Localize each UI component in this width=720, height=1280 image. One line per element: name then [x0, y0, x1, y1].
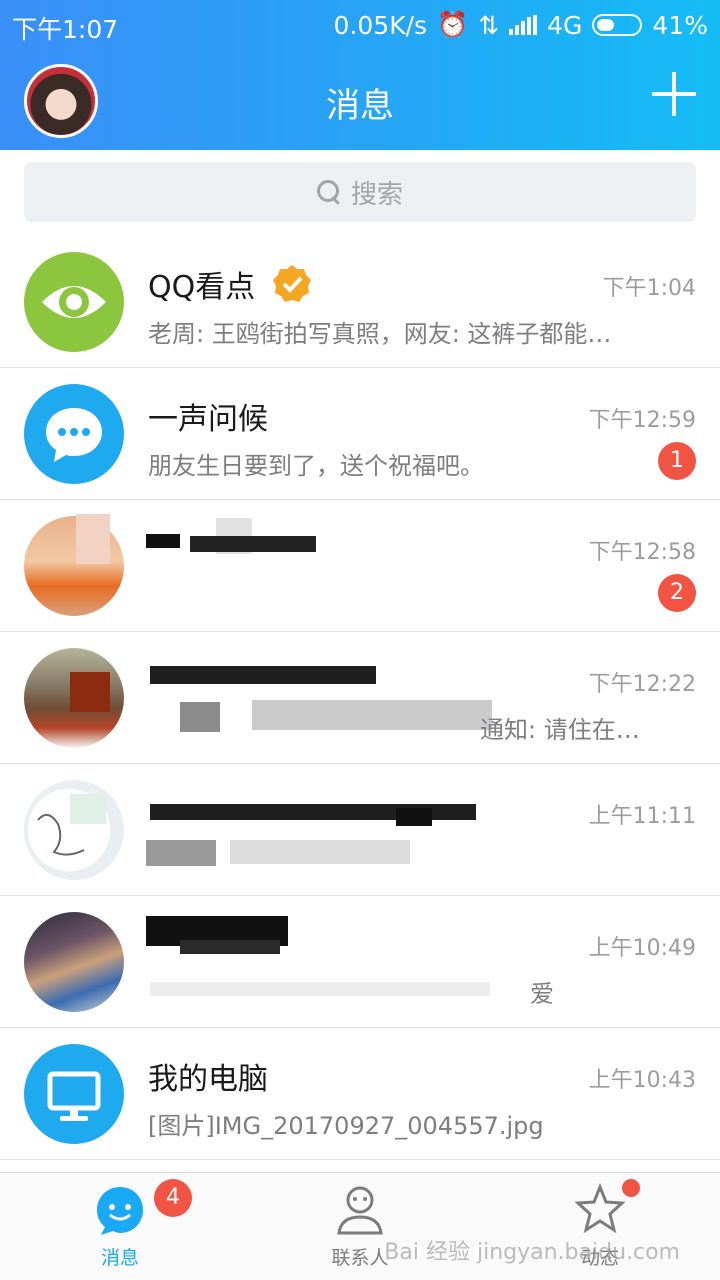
redacted-image [230, 840, 410, 864]
conversation-row[interactable]: 一声问候 朋友生日要到了，送个祝福吧。 下午12:59 1 [0, 368, 720, 500]
conversation-preview: 老周: 王鸥街拍写真照，网友: 这裤子都能… [148, 320, 612, 348]
page-title: 消息 [326, 86, 394, 126]
eye-icon [42, 286, 106, 318]
conversation-name: 一声问候 [148, 402, 268, 437]
star-icon [574, 1183, 626, 1234]
conversation-name: 我的电脑 [148, 1062, 268, 1097]
moments-new-dot [622, 1179, 640, 1197]
conversation-time: 上午10:49 [588, 936, 696, 961]
unread-badge: 1 [658, 442, 696, 480]
redacted-image [150, 666, 376, 684]
search-icon [316, 180, 341, 204]
conversation-time: 上午11:11 [588, 804, 696, 829]
conversation-row[interactable]: QQ看点 老周: 王鸥街拍写真照，网友: 这裤子都能… 下午1:04 [0, 236, 720, 368]
redacted-image [252, 700, 492, 730]
my-computer-avatar [24, 1044, 124, 1144]
app-header: 下午1:07 0.05K/s ⏰ ⇅ 4G 41% 消息 [0, 0, 720, 150]
status-time: 下午1:07 [12, 15, 119, 44]
conversation-name: QQ看点 [148, 270, 256, 305]
messages-badge: 4 [154, 1179, 192, 1217]
redacted-image [180, 940, 280, 954]
redacted-image [180, 702, 220, 732]
conversation-row[interactable]: 上午11:11 [0, 764, 720, 896]
redacted-image [150, 982, 490, 996]
data-transfer-icon: ⇅ [478, 10, 500, 40]
conversation-preview: 爱 [530, 980, 554, 1008]
redacted-image [70, 672, 110, 712]
conversation-preview: 朋友生日要到了，送个祝福吧。 [148, 452, 484, 480]
conversation-row[interactable]: 下午12:58 2 [0, 500, 720, 632]
battery-icon [592, 14, 643, 36]
network-type: 4G [547, 10, 583, 40]
contact-avatar [24, 912, 124, 1012]
redacted-image [76, 514, 110, 564]
redacted-image [146, 534, 180, 548]
battery-level: 41% [652, 10, 708, 40]
redacted-image [146, 840, 216, 866]
conversation-row[interactable]: 爱 上午10:49 [0, 896, 720, 1028]
search-placeholder: 搜索 [350, 179, 403, 210]
status-bar: 下午1:07 0.05K/s ⏰ ⇅ 4G 41% [0, 0, 720, 50]
conversation-time: 下午1:04 [602, 276, 696, 301]
add-button[interactable] [652, 72, 696, 116]
unread-badge: 2 [658, 574, 696, 612]
tab-bar: 4 消息 联系人 动态 Bai 经验 jingyan.baidu.com [0, 1172, 720, 1280]
greeting-avatar [24, 384, 124, 484]
conversation-time: 下午12:58 [588, 540, 696, 565]
watermark: Bai 经验 jingyan.baidu.com [384, 1240, 680, 1265]
sketch-avatar-icon [37, 794, 106, 856]
tab-label: 消息 [100, 1247, 139, 1269]
chat-bubble-icon [46, 408, 102, 462]
alarm-icon: ⏰ [437, 10, 469, 39]
conversation-preview: [图片]IMG_20170927_004557.jpg [148, 1112, 544, 1140]
tab-messages[interactable]: 4 消息 [20, 1173, 220, 1280]
conversation-row[interactable]: 通知: 请住在… 下午12:22 [0, 632, 720, 764]
qq-kandian-avatar [24, 252, 124, 352]
redacted-image [190, 536, 316, 552]
search-input[interactable]: 搜索 [24, 162, 696, 222]
conversation-row[interactable]: 我的电脑 [图片]IMG_20170927_004557.jpg 上午10:43 [0, 1028, 720, 1160]
nav-bar: 消息 [0, 50, 720, 150]
monitor-icon [47, 1071, 101, 1121]
message-face-icon [97, 1187, 143, 1235]
conversation-time: 上午10:43 [588, 1068, 696, 1093]
conversation-time: 下午12:59 [588, 408, 696, 433]
redacted-image [396, 808, 432, 826]
conversation-time: 下午12:22 [588, 672, 696, 697]
conversation-preview: 通知: 请住在… [480, 716, 640, 744]
contact-avatar [24, 780, 124, 880]
signal-icon [509, 15, 538, 35]
network-speed: 0.05K/s [333, 10, 428, 40]
contact-person-icon [337, 1186, 383, 1235]
verified-badge-icon [272, 265, 311, 302]
conversation-list: QQ看点 老周: 王鸥街拍写真照，网友: 这裤子都能… 下午1:04 一声问候 … [0, 236, 720, 1160]
